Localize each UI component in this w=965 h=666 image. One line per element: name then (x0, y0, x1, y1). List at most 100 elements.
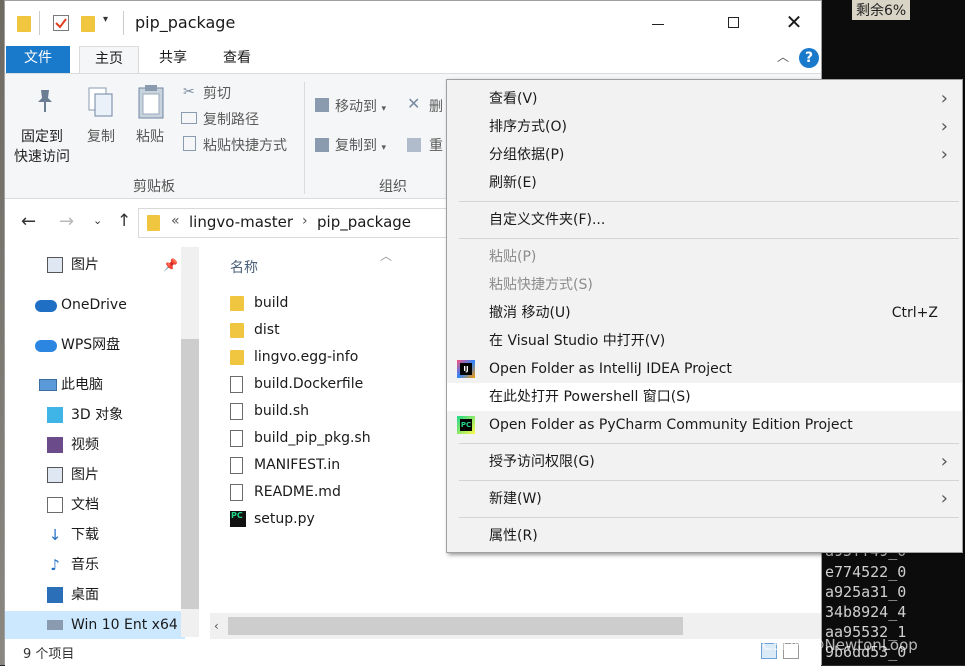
terminal-line: e774522_0 (825, 563, 907, 581)
nav-item-3d-objects[interactable]: 3D 对象 (5, 401, 185, 429)
forward-button[interactable]: → (59, 211, 74, 232)
paste-shortcut-button[interactable]: 粘贴快捷方式 (203, 135, 287, 155)
sort-ascending-icon: ︿ (380, 249, 393, 263)
menu-item-group[interactable]: 分组依据(P) › (447, 141, 962, 169)
nav-item-videos[interactable]: 视频 (5, 431, 185, 459)
collapse-ribbon-icon[interactable]: ︿ (777, 48, 789, 65)
nav-item-music[interactable]: ♪ 音乐 (5, 551, 185, 579)
status-bar: 9 个项目 (5, 639, 821, 666)
download-icon: ↓ (48, 526, 62, 544)
cube-icon (47, 407, 63, 423)
back-button[interactable]: ← (21, 211, 36, 232)
nav-item-pictures-pinned[interactable]: 图片 📌 (5, 251, 185, 279)
menu-item-open-pycharm[interactable]: PC Open Folder as PyCharm Community Edit… (447, 411, 962, 439)
menu-item-label: 排序方式(O) (489, 119, 567, 135)
nav-item-wps[interactable]: WPS网盘 (5, 331, 185, 359)
nav-item-downloads[interactable]: ↓ 下载 (5, 521, 185, 549)
cloud-icon (35, 340, 57, 352)
menu-item-paste[interactable]: 粘贴(P) (447, 243, 962, 271)
menu-item-new[interactable]: 新建(W) › (447, 485, 962, 513)
folder-icon (230, 323, 244, 338)
menu-item-properties[interactable]: 属性(R) (447, 522, 962, 550)
tab-share[interactable]: 共享 (147, 46, 199, 73)
menu-separator (459, 517, 959, 518)
menu-item-grant-access[interactable]: 授予访问权限(G) › (447, 448, 962, 476)
menu-item-open-visual-studio[interactable]: 在 Visual Studio 中打开(V) (447, 327, 962, 355)
menu-item-shortcut: Ctrl+Z (891, 305, 938, 321)
copy-button[interactable]: 复制 (87, 126, 115, 146)
menu-item-undo-move[interactable]: 撤消 移动(U) Ctrl+Z (447, 299, 962, 327)
menu-item-sort[interactable]: 排序方式(O) › (447, 113, 962, 141)
menu-item-label: 在 Visual Studio 中打开(V) (489, 333, 666, 349)
new-folder-icon[interactable] (81, 16, 95, 32)
window-title: pip_package (135, 13, 236, 32)
breadcrumb-overflow[interactable]: « (171, 213, 180, 229)
file-name: README.md (254, 484, 341, 500)
intellij-icon: IJ (457, 360, 475, 378)
pin-icon (33, 88, 57, 114)
horizontal-scrollbar-thumb[interactable] (228, 617, 683, 635)
up-button[interactable]: ↑ (117, 211, 131, 231)
move-to-button[interactable]: 移动到 ▾ (335, 96, 386, 116)
scroll-left-icon[interactable]: ‹ (214, 619, 219, 633)
breadcrumb-pip-package[interactable]: pip_package (317, 213, 411, 231)
copy-to-button[interactable]: 复制到 ▾ (335, 135, 386, 155)
menu-item-open-intellij[interactable]: IJ Open Folder as IntelliJ IDEA Project (447, 355, 962, 383)
maximize-button[interactable] (711, 11, 757, 35)
cut-button[interactable]: 剪切 (203, 83, 231, 103)
copy-path-button[interactable]: 复制路径 (203, 109, 259, 129)
context-menu: 查看(V) › 排序方式(O) › 分组依据(P) › 刷新(E) 自定义文件夹… (446, 79, 963, 553)
nav-item-pictures[interactable]: 图片 (5, 461, 185, 489)
nav-item-label: 图片 (71, 257, 99, 273)
menu-item-refresh[interactable]: 刷新(E) (447, 169, 962, 197)
recent-locations-dropdown[interactable]: ⌄ (93, 214, 102, 227)
file-icon (230, 484, 243, 501)
file-name: dist (254, 322, 280, 338)
clipboard-group-label: 剪贴板 (133, 179, 175, 195)
properties-checkbox-icon[interactable] (53, 15, 69, 31)
menu-item-view[interactable]: 查看(V) › (447, 85, 962, 113)
ribbon-tabs: 文件 主页 共享 查看 ︿ ? (5, 46, 821, 73)
menu-item-label: 查看(V) (489, 91, 538, 107)
terminal-line: 34b8924_4 (825, 603, 907, 621)
drive-icon (47, 620, 63, 630)
file-name: build.sh (254, 403, 310, 419)
menu-item-label: 撤消 移动(U) (489, 305, 571, 321)
nav-scrollbar-thumb[interactable] (181, 339, 199, 609)
menu-item-customize-folder[interactable]: 自定义文件夹(F)... (447, 206, 962, 234)
tab-home[interactable]: 主页 (79, 46, 139, 73)
file-icon (230, 457, 243, 474)
help-icon[interactable]: ? (799, 48, 819, 68)
menu-item-open-powershell[interactable]: 在此处打开 Powershell 窗口(S) (447, 383, 962, 411)
breadcrumb-lingvo-master[interactable]: lingvo-master (189, 213, 293, 231)
file-name: setup.py (254, 511, 315, 527)
quick-access-dropdown-icon[interactable]: ▾ (103, 14, 108, 25)
chevron-right-icon: › (940, 144, 948, 165)
watermark: CSDN @NewtonLoop (762, 636, 918, 654)
paste-button[interactable]: 粘贴 (136, 126, 164, 146)
nav-item-onedrive[interactable]: OneDrive (5, 291, 185, 319)
nav-item-this-pc[interactable]: 此电脑 (5, 371, 185, 399)
nav-item-drive-c[interactable]: Win 10 Ent x64 (5, 611, 185, 639)
pin-quick-access-button[interactable]: 固定到 (21, 126, 63, 146)
paste-icon (137, 84, 165, 120)
pictures-icon (47, 257, 63, 273)
tab-file[interactable]: 文件 (6, 46, 70, 73)
folder-icon (17, 16, 31, 32)
column-header-name[interactable]: 名称 (230, 257, 258, 277)
nav-scrollbar[interactable] (181, 247, 199, 637)
nav-item-label: 此电脑 (61, 377, 103, 393)
menu-item-paste-shortcut[interactable]: 粘贴快捷方式(S) (447, 271, 962, 299)
nav-item-desktop[interactable]: 桌面 (5, 581, 185, 609)
nav-item-documents[interactable]: 文档 (5, 491, 185, 519)
file-list-horizontal-scrollbar[interactable]: ‹ (210, 613, 821, 639)
close-button[interactable]: ✕ (771, 7, 817, 37)
rename-button[interactable]: 重 (429, 135, 443, 155)
delete-button[interactable]: 删 (429, 96, 443, 116)
minimize-button[interactable] (635, 13, 681, 35)
tab-view[interactable]: 查看 (211, 46, 263, 73)
menu-item-label: 新建(W) (489, 491, 542, 507)
file-name: MANIFEST.in (254, 457, 341, 473)
menu-item-label: 属性(R) (489, 528, 538, 544)
menu-item-label: 刷新(E) (489, 175, 537, 191)
